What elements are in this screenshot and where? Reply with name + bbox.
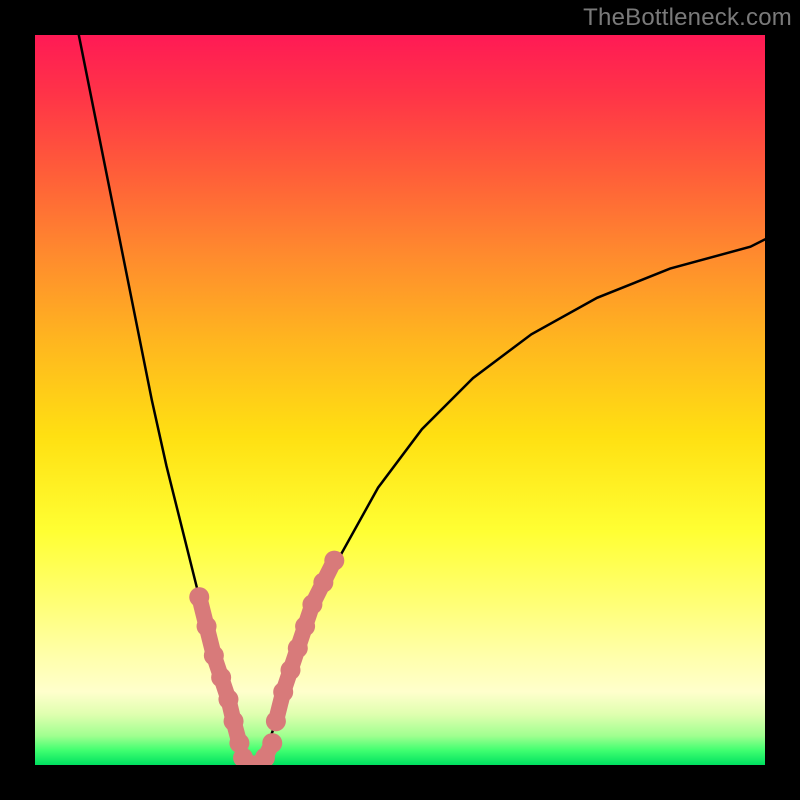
chart-svg xyxy=(35,35,765,765)
series-group xyxy=(79,35,765,765)
marker-markers-right-branch-7 xyxy=(324,551,344,571)
plot-area xyxy=(35,35,765,765)
outer-frame: TheBottleneck.com xyxy=(0,0,800,800)
marker-markers-bottom-4 xyxy=(262,733,282,753)
watermark-text: TheBottleneck.com xyxy=(583,4,792,32)
series-curve-left xyxy=(79,35,254,765)
series-curve-right xyxy=(254,239,765,765)
